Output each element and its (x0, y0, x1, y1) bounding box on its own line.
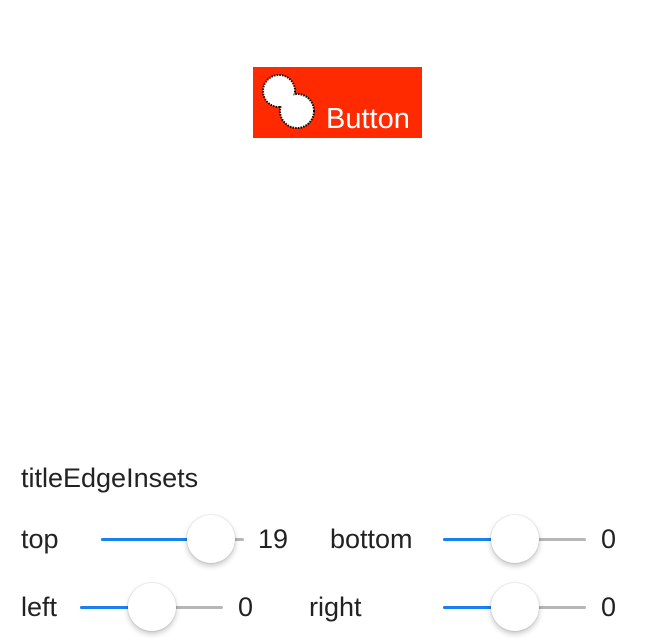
left-slider[interactable] (80, 583, 223, 633)
right-value: 0 (601, 592, 617, 622)
slider-thumb[interactable] (491, 515, 539, 563)
slider-thumb[interactable] (128, 583, 176, 631)
bottom-label: bottom (330, 524, 413, 554)
top-label: top (21, 524, 59, 554)
bottom-value: 0 (601, 524, 617, 554)
double-circle-icon (262, 74, 315, 129)
slider-thumb[interactable] (491, 583, 539, 631)
section-title: titleEdgeInsets (21, 463, 199, 493)
top-slider[interactable] (101, 515, 244, 565)
slider-thumb[interactable] (187, 515, 235, 563)
left-label: left (21, 592, 58, 622)
right-slider[interactable] (443, 583, 586, 633)
right-label: right (309, 592, 362, 622)
top-value: 19 (258, 524, 289, 554)
demo-button[interactable]: Button (253, 67, 422, 138)
bottom-slider[interactable] (443, 515, 586, 565)
button-title: Button (326, 103, 410, 135)
left-value: 0 (238, 592, 254, 622)
